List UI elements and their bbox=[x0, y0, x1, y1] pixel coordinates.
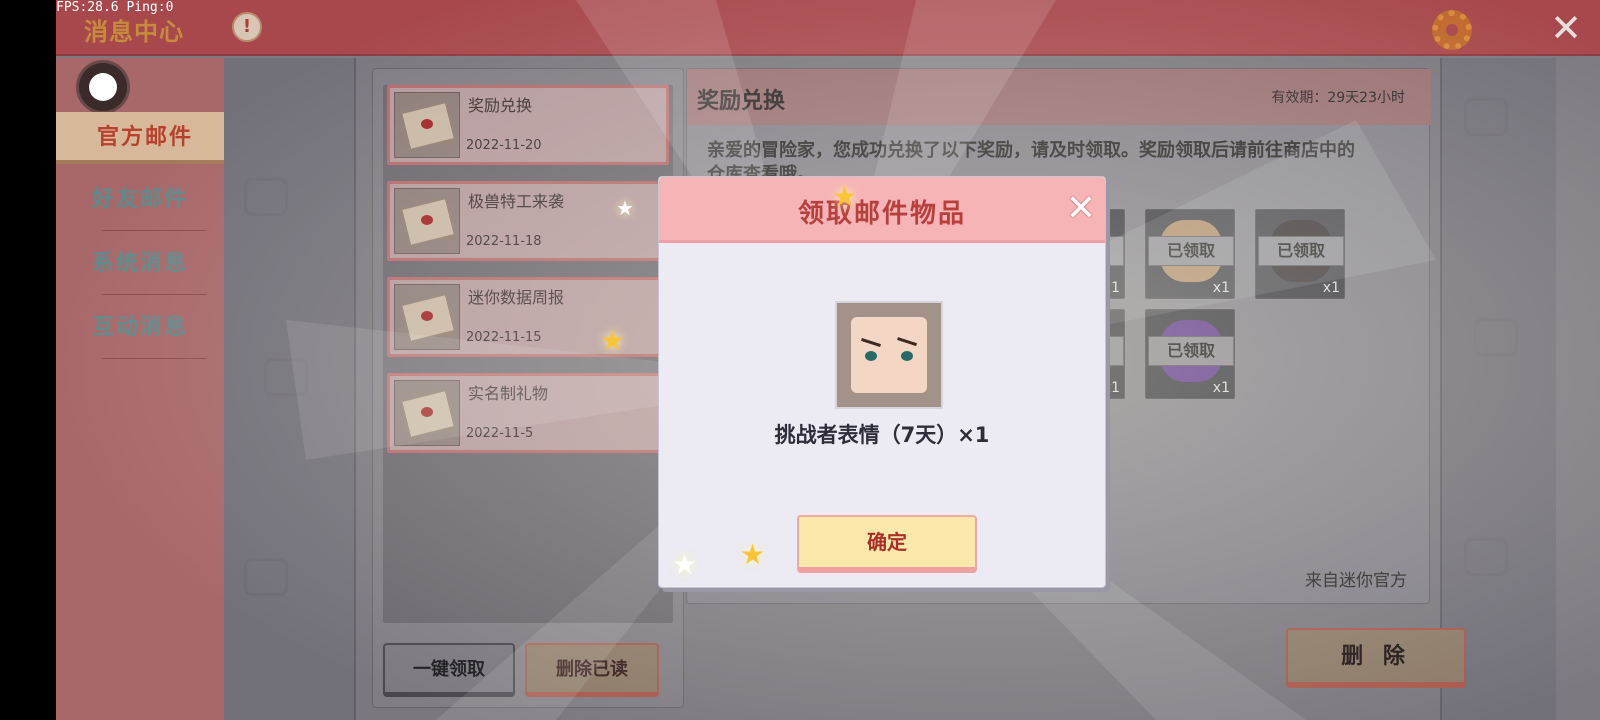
star-sparkle-icon: ★ bbox=[616, 196, 634, 220]
divider bbox=[102, 294, 206, 295]
reward-item[interactable]: 已领取 x1 bbox=[1255, 209, 1345, 299]
page-title: 消息中心 bbox=[84, 18, 184, 46]
mail-title: 迷你数据周报 bbox=[468, 288, 565, 307]
tab-system-messages[interactable]: 系统消息 bbox=[56, 238, 224, 290]
envelope-icon bbox=[394, 284, 460, 350]
mail-title: 实名制礼物 bbox=[468, 384, 549, 403]
gear-icon[interactable] bbox=[1432, 10, 1472, 50]
mail-date: 2022-11-18 bbox=[466, 234, 542, 249]
fps-ping-overlay: FPS:28.6 Ping:0 bbox=[56, 0, 174, 15]
mail-title: 奖励兑换 bbox=[468, 96, 533, 115]
divider bbox=[102, 230, 206, 231]
background-pattern bbox=[264, 358, 308, 396]
reward-item[interactable]: 已领取 x1 bbox=[1145, 309, 1235, 399]
envelope-icon bbox=[394, 380, 460, 446]
background-pattern bbox=[1464, 538, 1508, 576]
mail-date: 2022-11-20 bbox=[466, 138, 542, 153]
star-sparkle-icon: ★ bbox=[740, 538, 766, 571]
mail-item-reward-exchange[interactable]: 奖励兑换 2022-11-20 bbox=[387, 85, 669, 165]
mail-detail-title: 奖励兑换 bbox=[697, 89, 786, 114]
mail-list[interactable]: 奖励兑换 2022-11-20 极兽特工来袭 2022-11-18 迷你数据周报… bbox=[383, 85, 673, 623]
top-bar: 消息中心 ! ✕ bbox=[56, 0, 1600, 56]
reward-count: x1 bbox=[1212, 280, 1230, 296]
item-icon bbox=[835, 301, 943, 409]
reward-count: x1 bbox=[1322, 280, 1340, 296]
validity-period: 有效期：29天23小时 bbox=[1271, 90, 1405, 106]
sidebar: 官方邮件 好友邮件 系统消息 互动消息 bbox=[56, 58, 234, 720]
reward-item[interactable]: 已领取 x1 bbox=[1145, 209, 1235, 299]
mail-item[interactable]: 实名制礼物 2022-11-5 bbox=[387, 373, 669, 453]
message-center-screen: 消息中心 ! ✕ 官方邮件 好友邮件 系统消息 互动消息 奖励兑换 2022-1… bbox=[56, 0, 1600, 720]
delete-button[interactable]: 删 除 bbox=[1286, 628, 1466, 688]
tab-official-mail[interactable]: 官方邮件 bbox=[56, 112, 234, 164]
reward-count: x1 bbox=[1212, 380, 1230, 396]
mail-detail-header: 奖励兑换 有效期：29天23小时 bbox=[687, 69, 1431, 125]
mail-item[interactable]: 迷你数据周报 2022-11-15 bbox=[387, 277, 669, 357]
claimed-tag: 已领取 bbox=[1148, 236, 1234, 266]
background-pattern bbox=[1464, 98, 1508, 136]
background-pattern bbox=[1474, 318, 1518, 356]
claimed-tag: 已领取 bbox=[1258, 236, 1344, 266]
challenger-face-icon bbox=[851, 317, 927, 393]
claim-all-button[interactable]: 一键领取 bbox=[383, 643, 515, 697]
tab-interaction-messages[interactable]: 互动消息 bbox=[56, 302, 224, 354]
tab-friend-mail[interactable]: 好友邮件 bbox=[56, 174, 224, 226]
item-name: 挑战者表情（7天）×1 bbox=[774, 423, 990, 447]
mail-date: 2022-11-5 bbox=[466, 426, 534, 441]
background-pattern bbox=[244, 558, 288, 596]
envelope-icon bbox=[394, 188, 460, 254]
delete-read-button[interactable]: 删除已读 bbox=[525, 643, 659, 697]
star-sparkle-icon: ★ bbox=[672, 548, 698, 581]
mail-date: 2022-11-15 bbox=[466, 330, 542, 345]
dialog-header: 领取邮件物品 ✕ bbox=[659, 177, 1105, 243]
notice-badge[interactable]: ! bbox=[232, 12, 262, 42]
mail-item[interactable]: 极兽特工来袭 2022-11-18 bbox=[387, 181, 669, 261]
envelope-icon bbox=[394, 92, 460, 158]
background-pattern bbox=[244, 178, 288, 216]
dialog-title: 领取邮件物品 bbox=[797, 199, 966, 229]
close-icon[interactable]: ✕ bbox=[1063, 191, 1099, 227]
confirm-button[interactable]: 确定 bbox=[797, 515, 977, 573]
divider bbox=[102, 358, 206, 359]
claimed-tag: 已领取 bbox=[1148, 336, 1234, 366]
record-button[interactable] bbox=[76, 60, 130, 114]
star-sparkle-icon: ★ bbox=[600, 324, 626, 357]
mail-sender: 来自迷你官方 bbox=[1305, 571, 1407, 591]
mail-list-panel: 奖励兑换 2022-11-20 极兽特工来袭 2022-11-18 迷你数据周报… bbox=[372, 68, 684, 708]
close-icon[interactable]: ✕ bbox=[1546, 8, 1586, 48]
mail-title: 极兽特工来袭 bbox=[468, 192, 565, 211]
claim-item-dialog: 领取邮件物品 ✕ 挑战者表情（7天）×1 确定 bbox=[658, 176, 1106, 588]
star-sparkle-icon: ★ bbox=[832, 180, 858, 213]
